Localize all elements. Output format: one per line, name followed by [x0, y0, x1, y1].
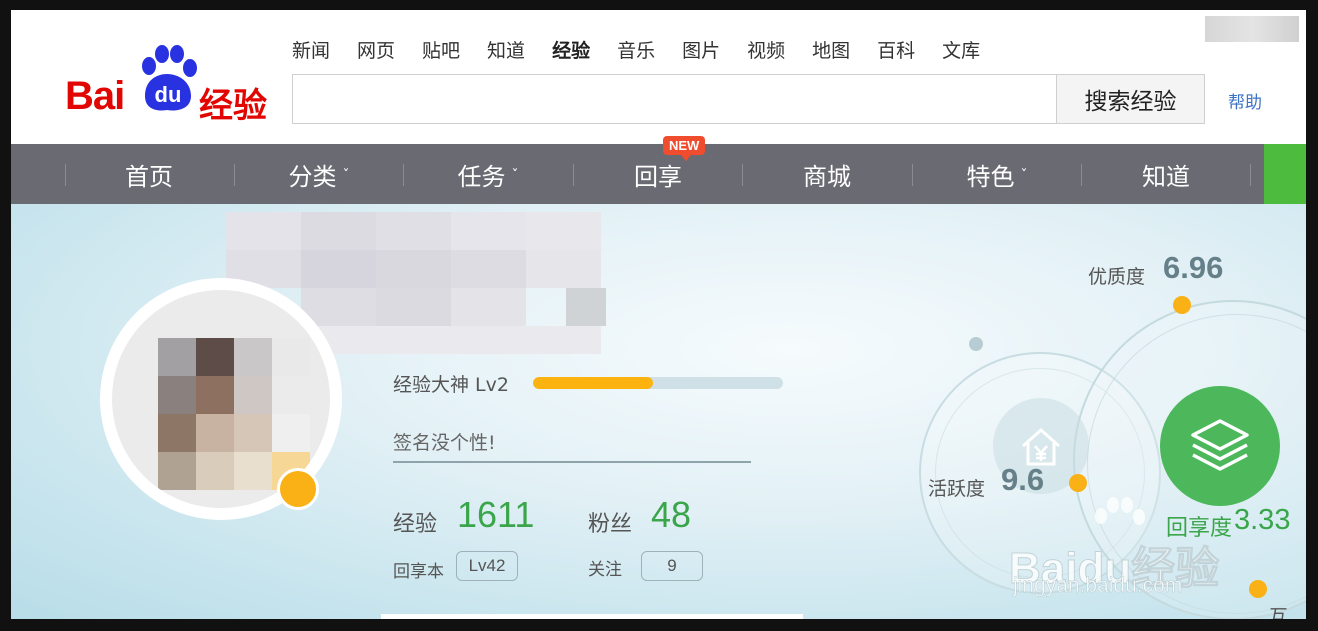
signature-text[interactable]: 签名没个性!	[393, 428, 496, 455]
topnav-images[interactable]: 图片	[682, 36, 720, 63]
baidu-jingyan-logo[interactable]: Bai du 经验	[65, 44, 275, 126]
topnav-baike[interactable]: 百科	[877, 36, 915, 63]
fans-label: 粉丝	[588, 512, 633, 537]
topnav-music[interactable]: 音乐	[617, 36, 655, 63]
nav-featured-label: 特色	[966, 162, 1015, 191]
follow-count-pill[interactable]: 9	[641, 551, 703, 581]
nav-mall[interactable]: 商城	[742, 144, 912, 204]
huixiang-label: 回享本	[393, 562, 444, 582]
nav-zhidao[interactable]: 知道	[1081, 144, 1251, 204]
exp-value[interactable]: 1611	[457, 494, 534, 536]
search-input[interactable]	[292, 74, 1057, 124]
new-badge: NEW	[663, 136, 706, 161]
topnav-map[interactable]: 地图	[812, 36, 850, 63]
profile-panel: 经验大神 Lv2 签名没个性! 经验 1611 粉丝 48 回享本 Lv42 关…	[11, 204, 1306, 619]
main-nav: 首页 分类 ˇ 任务 ˇ 回享 商城 特色 ˇ 知道	[11, 144, 1306, 204]
level-progress-bar	[533, 377, 783, 389]
activity-value: 9.6	[1001, 462, 1045, 497]
top-nav: 新闻 网页 贴吧 知道 经验 音乐 图片 视频 地图 百科 文库	[292, 36, 1007, 63]
nav-separator	[1250, 164, 1251, 186]
bottom-divider	[381, 614, 803, 619]
level-progress-fill	[533, 377, 653, 389]
baidu-jingyan-watermark: Baidu经验 jingyan.baidu.com	[1008, 496, 1306, 606]
chevron-down-icon: ˇ	[511, 168, 519, 184]
topnav-news[interactable]: 新闻	[292, 36, 330, 63]
follow-label: 关注	[588, 560, 622, 580]
nav-home[interactable]: 首页	[64, 144, 234, 204]
ring-dot	[969, 337, 983, 351]
watermark-url: jingyan.baidu.com	[1013, 574, 1183, 598]
nav-category-label: 分类	[288, 162, 337, 191]
nav-zhidao-label: 知道	[1142, 162, 1190, 191]
nav-tasks[interactable]: 任务 ˇ	[403, 144, 573, 204]
nav-featured[interactable]: 特色 ˇ	[912, 144, 1082, 204]
quality-label: 优质度	[1088, 266, 1146, 288]
nav-huixiang-label: 回享	[634, 162, 682, 191]
nav-category[interactable]: 分类 ˇ	[234, 144, 404, 204]
huixiang-level-pill[interactable]: Lv42	[456, 551, 518, 581]
topnav-wenku[interactable]: 文库	[942, 36, 980, 63]
avatar-badge-dot	[277, 468, 319, 510]
search-button[interactable]: 搜索经验	[1056, 74, 1205, 124]
topnav-video[interactable]: 视频	[747, 36, 785, 63]
chevron-down-icon: ˇ	[1020, 168, 1028, 184]
topnav-zhidao[interactable]: 知道	[487, 36, 525, 63]
quality-dot	[1173, 296, 1191, 314]
signature-underline	[393, 461, 751, 463]
topnav-jingyan[interactable]: 经验	[552, 36, 590, 63]
logo-bai-text: Bai	[65, 74, 125, 118]
layers-svg	[1191, 419, 1249, 471]
layers-icon[interactable]	[1160, 386, 1280, 506]
nav-tasks-label: 任务	[457, 162, 506, 191]
nav-huixiang[interactable]: 回享	[573, 144, 743, 204]
activity-dot	[1069, 474, 1087, 492]
topnav-web[interactable]: 网页	[357, 36, 395, 63]
quality-value: 6.96	[1163, 250, 1224, 285]
header: Bai du 经验 新闻 网页 贴吧 知道 经验 音乐 图片 视频 地图 百科 …	[11, 10, 1306, 144]
level-label: 经验大神 Lv2	[393, 374, 509, 396]
topnav-tieba[interactable]: 贴吧	[422, 36, 460, 63]
nav-mall-label: 商城	[803, 162, 851, 191]
help-link[interactable]: 帮助	[1228, 88, 1262, 113]
logo-du-text: du	[155, 82, 182, 107]
chevron-down-icon: ˇ	[342, 168, 350, 184]
logo-jingyan-text: 经验	[199, 86, 267, 126]
activity-label: 活跃度	[928, 478, 986, 500]
exp-label: 经验	[393, 512, 438, 537]
fans-value[interactable]: 48	[651, 494, 691, 536]
nav-home-label: 首页	[125, 162, 173, 191]
baidu-paw-icon: du	[142, 45, 197, 111]
user-info-blurred[interactable]	[1205, 16, 1299, 42]
nav-green-tab[interactable]	[1264, 144, 1306, 204]
